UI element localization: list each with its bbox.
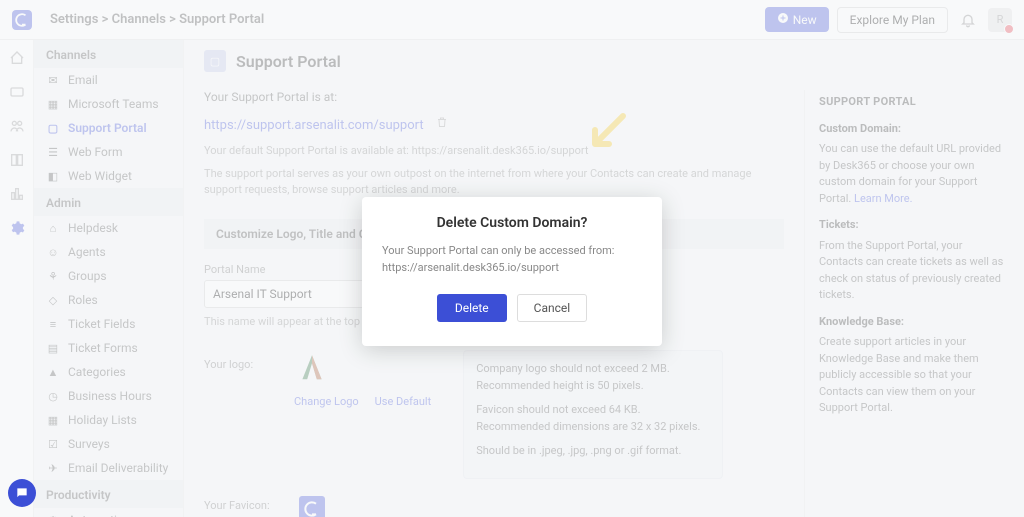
modal-text: Your Support Portal can only be accessed…	[382, 243, 642, 276]
modal-text-line1: Your Support Portal can only be accessed…	[382, 244, 614, 257]
chat-fab-button[interactable]	[8, 479, 36, 507]
modal-delete-button[interactable]: Delete	[437, 294, 507, 322]
modal-text-line2: https://arsenalit.desk365.io/support	[382, 261, 559, 274]
delete-domain-modal: Delete Custom Domain? Your Support Porta…	[362, 197, 662, 346]
modal-title: Delete Custom Domain?	[382, 215, 642, 231]
modal-cancel-button[interactable]: Cancel	[517, 294, 588, 322]
